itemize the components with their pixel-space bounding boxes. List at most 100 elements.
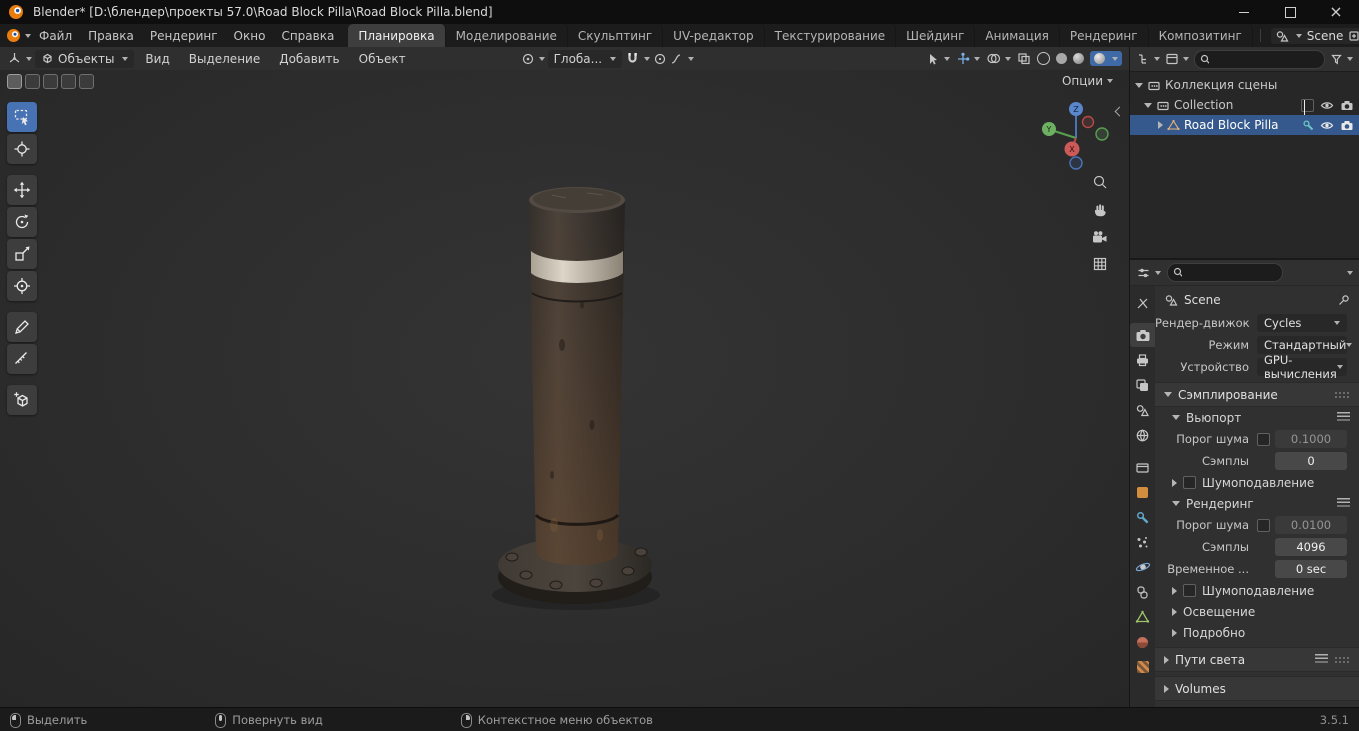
disable-render-camera-icon[interactable] <box>1340 119 1354 131</box>
r-noise-checkbox[interactable] <box>1257 518 1270 532</box>
mode-dropdown[interactable]: Объекты <box>35 49 135 68</box>
menu-object[interactable]: Объект <box>351 50 414 68</box>
outliner-display-mode-button[interactable] <box>1165 52 1189 66</box>
new-scene-icon[interactable] <box>1348 30 1359 42</box>
tool-scale[interactable] <box>7 239 37 269</box>
select-mode-new[interactable] <box>7 74 22 89</box>
sampling-section-header[interactable]: Сэмплирование <box>1155 382 1359 407</box>
workspace-tab-animation[interactable]: Анимация <box>975 24 1060 47</box>
tool-rotate[interactable] <box>7 207 37 237</box>
shading-rendered-button[interactable] <box>1090 51 1122 66</box>
tool-transform[interactable] <box>7 271 37 301</box>
select-mode-extend[interactable] <box>25 74 40 89</box>
perspective-grid-icon[interactable] <box>1092 256 1108 272</box>
menu-file[interactable]: Файл <box>31 27 80 45</box>
workspace-tab-sculpting[interactable]: Скульптинг <box>568 24 664 47</box>
workspace-tab-texture-paint[interactable]: Текстурирование <box>765 24 897 47</box>
advanced-header[interactable]: Подробно <box>1155 622 1359 643</box>
workspace-tab-shading[interactable]: Шейдинг <box>896 24 976 47</box>
workspace-tab-modeling[interactable]: Моделирование <box>446 24 568 47</box>
road-block-pillar-model[interactable] <box>492 125 662 645</box>
vp-noise-value[interactable]: 0.1000 <box>1275 430 1347 448</box>
disable-render-camera-icon[interactable] <box>1340 99 1354 111</box>
maximize-button[interactable] <box>1267 0 1313 24</box>
vp-denoise-checkbox[interactable] <box>1183 476 1196 489</box>
proportional-edit-toggle[interactable] <box>653 52 667 66</box>
tool-select-box[interactable] <box>7 102 37 132</box>
vp-samples-value[interactable]: 0 <box>1275 452 1347 470</box>
workspace-tab-rendering[interactable]: Рендеринг <box>1060 24 1149 47</box>
disclosure-closed-icon[interactable] <box>1158 121 1163 129</box>
selectability-dropdown[interactable] <box>927 52 950 65</box>
r-denoise-checkbox[interactable] <box>1183 584 1196 597</box>
pin-icon[interactable] <box>1337 294 1350 307</box>
menu-help[interactable]: Справка <box>273 27 342 45</box>
scene-selector[interactable]: Scene <box>1270 27 1359 44</box>
tab-scene[interactable] <box>1130 398 1155 422</box>
overlays-dropdown[interactable] <box>986 52 1011 65</box>
menu-window[interactable]: Окно <box>226 27 274 45</box>
panel-grip-icon[interactable] <box>1334 390 1350 399</box>
snap-toggle[interactable] <box>625 51 651 66</box>
tab-tool[interactable] <box>1130 291 1155 315</box>
tab-texture[interactable] <box>1130 655 1155 679</box>
outliner-row-collection[interactable]: Collection <box>1130 95 1359 115</box>
disclosure-open-icon[interactable] <box>1135 82 1143 88</box>
vp-noise-checkbox[interactable] <box>1257 432 1270 446</box>
render-engine-dropdown[interactable]: Cycles <box>1257 314 1347 332</box>
menu-render[interactable]: Рендеринг <box>142 27 226 45</box>
properties-editor-type-button[interactable] <box>1136 266 1161 280</box>
tab-constraints[interactable] <box>1130 580 1155 604</box>
r-denoise-header[interactable]: Шумоподавление <box>1155 580 1359 601</box>
outliner-search[interactable] <box>1194 49 1325 69</box>
r-samples-value[interactable]: 4096 <box>1275 538 1347 556</box>
outliner-row-scene-collection[interactable]: Коллекция сцены <box>1130 75 1359 95</box>
filter-button[interactable] <box>1330 53 1353 66</box>
collection-checkbox[interactable] <box>1301 98 1314 115</box>
viewport-3d[interactable]: Опции Z Y X <box>0 70 1129 707</box>
blender-menu-button[interactable] <box>6 28 31 43</box>
viewport-subpanel-header[interactable]: Вьюпорт <box>1155 407 1359 428</box>
render-subpanel-header[interactable]: Рендеринг <box>1155 493 1359 514</box>
outliner-row-object[interactable]: Road Block Pilla <box>1130 115 1359 135</box>
menu-select[interactable]: Выделение <box>181 50 268 68</box>
properties-search-input[interactable] <box>1186 265 1277 280</box>
hide-eye-icon[interactable] <box>1320 100 1334 111</box>
tab-material[interactable] <box>1130 630 1155 654</box>
light-paths-section-header[interactable]: Пути света <box>1155 647 1359 672</box>
select-mode-intersect[interactable] <box>79 74 94 89</box>
preset-menu-icon[interactable] <box>1337 412 1350 423</box>
minimize-button[interactable] <box>1221 0 1267 24</box>
feature-set-dropdown[interactable]: Стандартный <box>1257 336 1353 354</box>
tab-collection[interactable] <box>1130 455 1155 479</box>
transform-pivot-button[interactable] <box>521 52 545 66</box>
preset-menu-icon[interactable] <box>1337 498 1350 509</box>
outliner-search-input[interactable] <box>1213 51 1319 67</box>
tab-view-layer[interactable] <box>1130 373 1155 397</box>
tool-cursor[interactable] <box>7 134 37 164</box>
gizmo-axis-neg-y[interactable] <box>1095 127 1109 141</box>
tab-world[interactable] <box>1130 423 1155 447</box>
menu-edit[interactable]: Правка <box>80 27 142 45</box>
select-mode-invert[interactable] <box>61 74 76 89</box>
tab-output[interactable] <box>1130 348 1155 372</box>
tab-modifiers[interactable] <box>1130 505 1155 529</box>
xray-toggle[interactable] <box>1017 52 1031 65</box>
chevron-down-icon[interactable] <box>1347 270 1353 275</box>
outliner-editor-type-button[interactable] <box>1136 52 1160 66</box>
tool-measure[interactable] <box>7 344 37 374</box>
r-noise-value[interactable]: 0.0100 <box>1275 516 1347 534</box>
hide-eye-icon[interactable] <box>1320 120 1334 131</box>
workspace-tab-layout[interactable]: Планировка <box>348 24 446 47</box>
preset-menu-icon[interactable] <box>1315 654 1328 665</box>
options-dropdown[interactable]: Опции <box>1062 74 1113 88</box>
tool-move[interactable] <box>7 175 37 205</box>
editor-type-button[interactable] <box>7 51 32 66</box>
tab-particles[interactable] <box>1130 530 1155 554</box>
proportional-falloff-button[interactable] <box>670 52 695 66</box>
gizmo-axis-neg-x[interactable] <box>1081 115 1095 129</box>
properties-search[interactable] <box>1167 263 1283 282</box>
shading-solid-button[interactable] <box>1056 53 1067 64</box>
workspace-tab-uv[interactable]: UV-редактор <box>663 24 765 47</box>
disclosure-open-icon[interactable] <box>1144 102 1152 108</box>
